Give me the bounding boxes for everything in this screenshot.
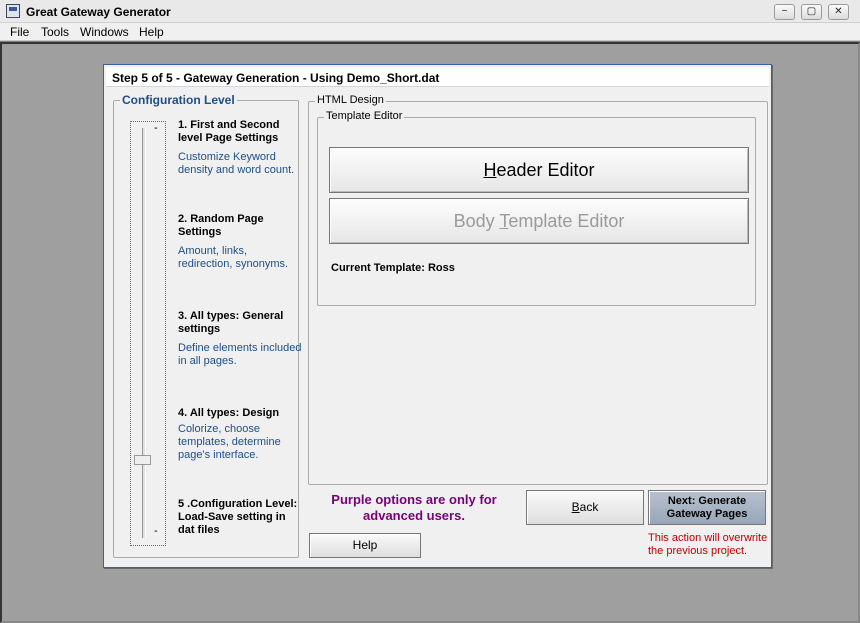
body-template-editor-button[interactable]: Body Template Editor [329, 198, 749, 244]
current-template-label: Current Template: Ross [331, 262, 455, 274]
html-design-legend: HTML Design [315, 94, 386, 106]
step-1-desc: Customize Keyword density and word count… [178, 151, 295, 176]
title-bar: Great Gateway Generator − ▢ ✕ [0, 0, 860, 23]
menu-file[interactable]: File [10, 25, 29, 39]
header-editor-label-accel: H [483, 160, 497, 180]
template-editor-legend: Template Editor [324, 110, 405, 122]
step-2-title[interactable]: 2. Random Page Settings [178, 213, 298, 239]
next-generate-button[interactable]: Next: Generate Gateway Pages [648, 490, 766, 525]
step-3-desc: Define elements included in all pages. [178, 342, 302, 367]
app-icon[interactable] [6, 4, 20, 18]
template-editor-group: Template Editor Header Editor Body Templ… [317, 110, 756, 306]
close-button[interactable]: ✕ [828, 4, 849, 20]
html-design-group: HTML Design Template Editor Header Edito… [308, 94, 768, 485]
step-3-title[interactable]: 3. All types: General settings [178, 310, 298, 336]
back-label-rest: ack [579, 500, 599, 514]
window-title: Great Gateway Generator [26, 5, 171, 19]
step-5-title[interactable]: 5 .Configuration Level: Load-Save settin… [178, 498, 298, 537]
advanced-options-note: Purple options are only for advanced use… [331, 492, 497, 523]
body-editor-label-rest: emplate Editor [508, 211, 625, 231]
dialog-header: Step 5 of 5 - Gateway Generation - Using… [106, 67, 769, 87]
step-4-desc: Colorize, choose templates, determine pa… [178, 423, 281, 461]
step-dialog: Step 5 of 5 - Gateway Generation - Using… [103, 64, 772, 568]
back-button[interactable]: Back [526, 490, 644, 525]
overwrite-warning: This action will overwrite the previous … [648, 532, 768, 557]
minimize-button[interactable]: − [774, 4, 795, 20]
menu-tools[interactable]: Tools [41, 25, 69, 39]
header-editor-button[interactable]: Header Editor [329, 147, 749, 193]
menu-bar: File Tools Windows Help [0, 23, 860, 41]
restore-button[interactable]: ▢ [801, 4, 822, 20]
step-1-title[interactable]: 1. First and Second level Page Settings [178, 119, 298, 145]
configuration-level-legend: Configuration Level [120, 93, 237, 107]
body-editor-label-prefix: Body [453, 211, 500, 231]
slider-top-mark: - [154, 122, 158, 134]
configuration-level-slider[interactable]: - - [130, 121, 166, 546]
configuration-level-group: Configuration Level - - 1. First and Sec… [113, 93, 302, 558]
menu-help[interactable]: Help [139, 25, 164, 39]
menu-windows[interactable]: Windows [80, 25, 129, 39]
dialog-title: Step 5 of 5 - Gateway Generation - Using… [112, 71, 440, 85]
slider-track-line [142, 128, 146, 538]
slider-thumb[interactable] [134, 455, 151, 465]
help-button[interactable]: Help [309, 533, 421, 558]
body-editor-label-accel: T [499, 211, 509, 231]
slider-bottom-mark: - [154, 525, 158, 537]
step-2-desc: Amount, links, redirection, synonyms. [178, 245, 289, 270]
header-editor-label-rest: eader Editor [496, 160, 595, 180]
back-label-accel: B [571, 500, 580, 514]
step-4-title[interactable]: 4. All types: Design [178, 407, 298, 420]
